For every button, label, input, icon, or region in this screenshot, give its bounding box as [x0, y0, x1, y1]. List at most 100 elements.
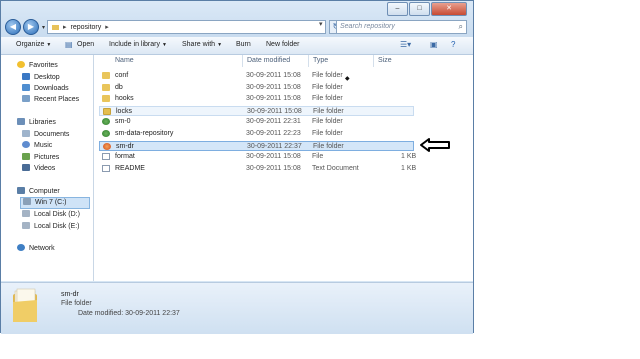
minimize-button[interactable]: –	[387, 2, 408, 16]
file-date-modified: 30-09-2011 15:08	[246, 95, 301, 103]
explorer-window: – □ ✕ ◀ ▶ ▾ ▸ repository ▸ ▾ ↻ Search re…	[0, 0, 474, 334]
folder-icon	[102, 83, 110, 91]
sidebar-item-videos[interactable]: Videos	[22, 164, 55, 172]
sidebar-item-computer[interactable]: Computer	[17, 187, 60, 195]
drive-icon	[22, 210, 30, 217]
sidebar-item-local-disk-d[interactable]: Local Disk (D:)	[22, 210, 80, 218]
file-name: conf	[115, 72, 129, 79]
breadcrumb-repository[interactable]: repository	[71, 24, 102, 31]
navigation-pane: Favorites Desktop Downloads Recent Place…	[1, 55, 94, 281]
include-in-library-menu[interactable]: Include in library ▼	[109, 41, 167, 48]
breadcrumb-separator-icon[interactable]: ▸	[63, 23, 67, 31]
recent-pages-dropdown[interactable]: ▾	[42, 24, 45, 31]
organize-menu[interactable]: Organize ▼	[16, 41, 51, 48]
new-folder-button[interactable]: New folder	[266, 41, 299, 48]
file-name: README	[115, 164, 145, 172]
close-button[interactable]: ✕	[431, 2, 467, 16]
computer-icon	[17, 187, 25, 194]
sidebar-item-documents[interactable]: Documents	[22, 130, 69, 138]
svn-folder-icon	[102, 118, 110, 126]
svn-modified-folder-icon	[103, 142, 111, 150]
file-type: File folder	[312, 72, 343, 79]
column-header-size[interactable]: Size	[378, 57, 392, 64]
sidebar-item-downloads[interactable]: Downloads	[22, 84, 69, 92]
table-row[interactable]: db 30-09-2011 15:08 File folder	[99, 83, 414, 93]
column-header-type[interactable]: Type	[313, 57, 328, 64]
cursor-icon: ◆	[345, 76, 350, 82]
file-name: hooks	[115, 95, 134, 103]
preview-pane-icon[interactable]: ▣	[430, 40, 438, 49]
file-type: File folder	[313, 107, 344, 115]
table-row[interactable]: format 30-09-2011 15:08 File 1 KB	[99, 152, 417, 162]
file-type: File folder	[312, 95, 343, 103]
file-type: File folder	[312, 118, 343, 126]
table-row[interactable]: README 30-09-2011 15:08 Text Document 1 KB	[99, 164, 416, 174]
left-arrow-icon	[420, 138, 450, 152]
table-row[interactable]: locks 30-09-2011 15:08 File folder	[99, 105, 414, 116]
navigation-buttons: ◀ ▶ ▾	[5, 19, 45, 35]
documents-icon	[22, 130, 30, 137]
file-type: File	[312, 153, 324, 161]
maximize-button[interactable]: □	[409, 2, 430, 16]
address-dropdown-icon[interactable]: ▾	[319, 20, 323, 28]
file-date-modified: 30-09-2011 15:08	[246, 83, 301, 91]
share-with-menu[interactable]: Share with ▼	[182, 41, 222, 48]
file-size: 1 KB	[401, 153, 417, 161]
file-name: format	[115, 153, 135, 161]
burn-button[interactable]: Burn	[236, 41, 251, 48]
videos-icon	[22, 164, 30, 171]
table-row[interactable]: sm-0 30-09-2011 22:31 File folder	[99, 117, 414, 127]
search-icon[interactable]: ⌕	[459, 21, 463, 33]
sidebar-item-desktop[interactable]: Desktop	[22, 73, 60, 81]
sidebar-item-local-disk-e[interactable]: Local Disk (E:)	[22, 222, 80, 230]
star-icon	[17, 61, 25, 68]
column-divider[interactable]	[242, 55, 243, 67]
recent-places-icon	[22, 95, 30, 102]
table-row[interactable]: hooks 30-09-2011 15:08 File folder	[99, 94, 414, 104]
folder-icon	[52, 24, 59, 30]
breadcrumb-separator-icon[interactable]: ▸	[105, 23, 109, 31]
column-header-name[interactable]: Name	[115, 57, 134, 64]
sidebar-item-music[interactable]: Music	[22, 141, 52, 149]
column-header-date-modified[interactable]: Date modified	[247, 57, 290, 64]
file-date-modified: 30-09-2011 15:08	[246, 72, 301, 79]
file-type: File folder	[312, 83, 343, 91]
table-row[interactable]: sm-data-repository 30-09-2011 22:23 File f…	[99, 129, 414, 139]
large-folder-icon	[13, 288, 37, 322]
search-input[interactable]: Search repository ⌕	[336, 20, 467, 34]
search-placeholder: Search repository	[340, 23, 395, 30]
back-button[interactable]: ◀	[5, 19, 21, 35]
sidebar-item-libraries[interactable]: Libraries	[17, 118, 56, 126]
table-row[interactable]: conf 30-09-2011 15:08 File folder	[99, 71, 414, 81]
pictures-icon	[22, 153, 30, 160]
music-icon	[22, 141, 30, 148]
table-row[interactable]: sm-dr 30-09-2011 22:37 File folder	[99, 140, 414, 151]
address-bar[interactable]: ▸ repository ▸	[47, 20, 326, 34]
file-date-modified: 30-09-2011 22:37	[247, 142, 302, 150]
file-list: Name Date modified Type Size conf 30-09-2…	[94, 55, 473, 281]
network-icon	[17, 244, 25, 251]
sidebar-item-recent-places[interactable]: Recent Places	[22, 95, 79, 103]
drive-icon	[22, 222, 30, 229]
sidebar-item-win7[interactable]: Win 7 (C:)	[20, 197, 90, 209]
svn-folder-icon	[102, 130, 110, 137]
details-pane: sm-dr File folder Date modified: 30-09-2…	[1, 282, 473, 334]
title-bar: – □ ✕ ◀ ▶ ▾ ▸ repository ▸ ▾ ↻ Search re…	[1, 1, 473, 37]
open-icon: ▤	[65, 40, 73, 49]
drive-icon	[23, 198, 31, 205]
help-icon[interactable]: ?	[451, 40, 455, 49]
file-name: sm-dr	[116, 142, 134, 150]
file-type: File folder	[313, 142, 344, 150]
file-name: locks	[116, 107, 132, 115]
file-date-modified: 30-09-2011 15:08	[246, 164, 301, 172]
folder-icon	[102, 95, 110, 103]
file-date-modified: 30-09-2011 15:08	[247, 107, 302, 115]
column-divider[interactable]	[308, 55, 309, 67]
sidebar-item-network[interactable]: Network	[17, 244, 55, 252]
open-button[interactable]: Open	[77, 41, 94, 48]
forward-button[interactable]: ▶	[23, 19, 39, 35]
sidebar-item-pictures[interactable]: Pictures	[22, 153, 59, 161]
view-options-icon[interactable]: ☰▾	[400, 40, 411, 49]
column-divider[interactable]	[373, 55, 374, 67]
sidebar-item-favorites[interactable]: Favorites	[17, 61, 58, 69]
